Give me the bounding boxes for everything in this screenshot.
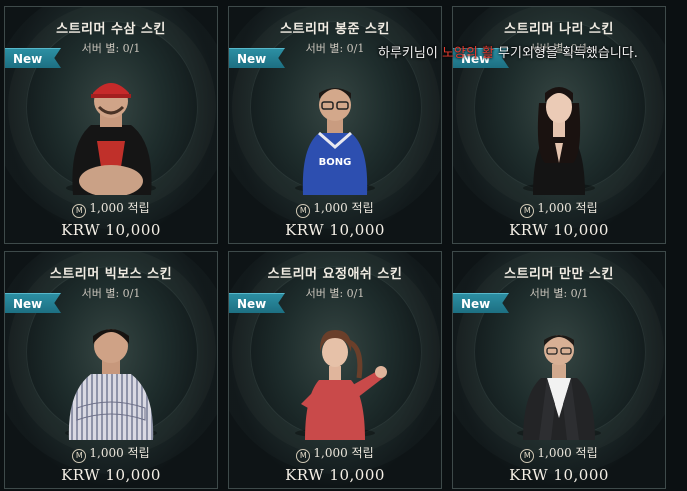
character-portrait [275,308,395,440]
mileage-coin-icon: M [72,449,87,463]
card-title: 스트리머 수삼 스킨 [56,22,166,37]
points-reward: M 1,000 적립 [5,199,217,218]
card-title: 스트리머 요정애쉬 스킨 [267,267,403,282]
points-reward: M 1,000 적립 [453,199,665,218]
shop-card-susam[interactable]: 스트리머 수삼 스킨 서버 별: 0/1 New M 1,000 적립 KRW 1… [4,6,218,244]
character-portrait: BONG [275,63,395,195]
price: KRW 10,000 [509,221,609,239]
card-title: 스트리머 빅보스 스킨 [49,267,173,282]
mileage-coin-icon: M [520,204,535,218]
points-text: 1,000 적립 [313,201,374,215]
points-text: 1,000 적립 [89,201,150,215]
shop-card-yojeongash[interactable]: 스트리머 요정애쉬 스킨 서버 별: 0/1 New M 1,000 적립 KRW… [228,251,442,489]
points-text: 1,000 적립 [537,446,598,460]
price: KRW 10,000 [285,466,385,484]
character-portrait [499,63,619,195]
notification-item-name: 노양의 활 [441,46,494,61]
svg-text:BONG: BONG [319,157,352,168]
mileage-coin-icon: M [296,449,311,463]
shop-card-manman[interactable]: 스트리머 만만 스킨 서버 별: 0/1 New M 1,000 적립 KRW 1… [452,251,666,489]
points-reward: M 1,000 적립 [229,444,441,463]
card-title: 스트리머 나리 스킨 [504,22,614,37]
price: KRW 10,000 [61,221,161,239]
mileage-coin-icon: M [520,449,535,463]
character-portrait [51,63,171,195]
notification-prefix: 하루키님이 [378,46,442,61]
acquisition-notification: 하루키님이 노양의 활 무기외형을 획득했습니다. [378,42,638,61]
points-text: 1,000 적립 [89,446,150,460]
price: KRW 10,000 [61,466,161,484]
points-text: 1,000 적립 [313,446,374,460]
price: KRW 10,000 [509,466,609,484]
character-portrait [499,308,619,440]
card-title: 스트리머 만만 스킨 [504,267,614,282]
shop-card-bigboss[interactable]: 스트리머 빅보스 스킨 서버 별: 0/1 New M1,000 적립 KRW [4,251,218,489]
shop-grid: 스트리머 수삼 스킨 서버 별: 0/1 New M 1,000 적립 KRW 1… [0,0,687,491]
points-reward: M 1,000 적립 [5,444,217,463]
price: KRW 10,000 [285,221,385,239]
mileage-coin-icon: M [296,204,311,218]
notification-suffix: 무기외형을 획득했습니다. [493,46,638,61]
points-reward: M 1,000 적립 [453,444,665,463]
card-title: 스트리머 봉준 스킨 [280,22,390,37]
character-portrait [51,308,171,440]
mileage-coin-icon: M [72,204,87,218]
points-reward: M 1,000 적립 [229,199,441,218]
points-text: 1,000 적립 [537,201,598,215]
